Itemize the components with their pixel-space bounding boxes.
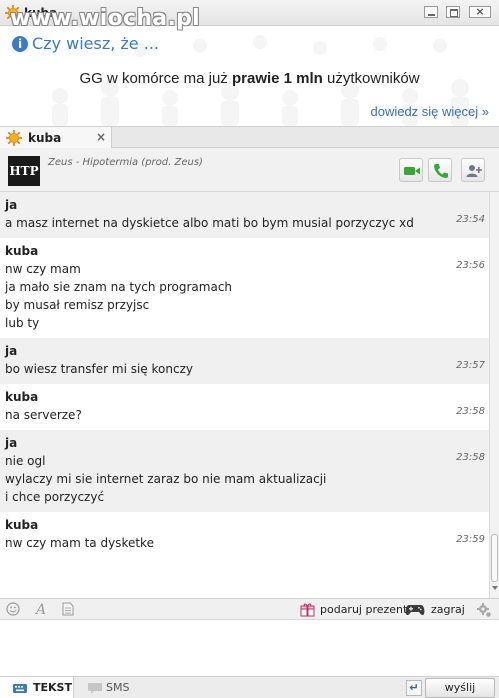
message-text: ja mało sie znam na tych programach xyxy=(5,280,233,294)
emoticon-icon[interactable] xyxy=(5,602,21,618)
message-text: lub ty xyxy=(5,316,40,330)
sms-bubble-icon xyxy=(88,683,102,694)
maximize-button[interactable] xyxy=(446,6,460,18)
message-text: i chce porzyczyć xyxy=(5,490,105,504)
sms-mode-label: SMS xyxy=(106,681,130,694)
bottom-bar: TEKST SMS ↵ wyślij xyxy=(0,676,499,698)
message-history[interactable]: ja a masz internet na dyskietce albo mati… xyxy=(0,192,489,598)
send-button[interactable]: wyślij xyxy=(425,678,495,698)
info-icon: i xyxy=(12,36,28,52)
enter-icon[interactable]: ↵ xyxy=(406,680,422,696)
text-mode-label: TEKST xyxy=(33,681,72,694)
gift-label: podaruj prezent xyxy=(320,603,408,616)
message-text: wylaczy mi sie internet zaraz bo nie mam… xyxy=(5,472,327,486)
learn-more-link[interactable]: dowiedz się więcej » xyxy=(370,104,489,119)
message-timestamp: 23:57 xyxy=(456,360,485,371)
headline-part: GG w komórce ma już xyxy=(79,70,232,87)
conversation-tabbar: kuba × xyxy=(0,126,499,149)
close-window-button[interactable]: × xyxy=(469,6,491,18)
video-call-icon xyxy=(404,167,420,175)
file-icon[interactable] xyxy=(60,602,76,618)
tab-label: kuba xyxy=(28,131,62,145)
headline-part: użytkowników xyxy=(322,70,420,87)
message-timestamp: 23:58 xyxy=(456,406,485,417)
font-icon[interactable]: A xyxy=(33,602,49,618)
message-timestamp: 23:56 xyxy=(456,260,485,271)
headline-bold: prawie 1 mln xyxy=(231,70,323,87)
message-sender: kuba xyxy=(5,244,39,258)
message-timestamp: 23:59 xyxy=(456,534,485,545)
message-timestamp: 23:54 xyxy=(456,214,485,225)
voice-call-button[interactable] xyxy=(428,158,452,182)
banner-tip-text: Czy wiesz, że ... xyxy=(32,34,159,53)
add-contact-icon xyxy=(466,165,482,177)
contact-status: Zeus - Hipotermia (prod. Zeus) xyxy=(48,157,203,168)
text-mode-tab[interactable]: TEKST xyxy=(0,677,74,698)
scroll-down-icon[interactable] xyxy=(492,586,498,590)
message-sender: ja xyxy=(5,198,18,212)
message-block: kuba na serverze? 23:58 xyxy=(0,384,489,430)
video-call-button[interactable] xyxy=(399,158,423,182)
add-contact-button[interactable] xyxy=(461,158,485,182)
message-block: ja bo wiesz transfer mi się konczy 23:57 xyxy=(0,338,489,384)
banner-tip: i Czy wiesz, że ... xyxy=(12,34,159,53)
message-text: na serverze? xyxy=(5,408,82,422)
message-text: a masz internet na dyskietce albo mati b… xyxy=(5,216,414,230)
message-text: bo wiesz transfer mi się konczy xyxy=(5,362,193,376)
message-block: kuba nw czy mam ta dysketke 23:59 xyxy=(0,512,489,558)
message-scrollbar[interactable] xyxy=(489,192,499,598)
sms-mode-tab[interactable]: SMS xyxy=(82,677,142,698)
contact-header: HTP Zeus - Hipotermia (prod. Zeus) xyxy=(0,148,499,192)
message-text: by musał remisz przyjsc xyxy=(5,298,150,312)
banner-headline: GG w komórce ma już prawie 1 mln użytkow… xyxy=(0,70,499,87)
play-label: zagraj xyxy=(431,603,465,616)
gamepad-icon xyxy=(405,605,425,616)
message-sender: ja xyxy=(5,436,18,450)
avatar[interactable]: HTP xyxy=(8,156,40,186)
message-text: nw czy mam xyxy=(5,262,81,276)
settings-icon[interactable] xyxy=(476,602,492,618)
promo-banner[interactable]: i Czy wiesz, że ... GG w komórce ma już p… xyxy=(0,26,499,126)
keyboard-icon xyxy=(13,684,27,693)
message-sender: kuba xyxy=(5,518,39,532)
sun-icon xyxy=(6,130,22,146)
message-block: ja a masz internet na dyskietce albo mati… xyxy=(0,192,489,238)
message-sender: kuba xyxy=(5,390,39,404)
message-input[interactable] xyxy=(0,620,499,676)
minimize-button[interactable] xyxy=(424,6,438,18)
compose-toolbar: A podaruj prezent zagraj xyxy=(0,598,499,620)
message-text: nw czy mam ta dysketke xyxy=(5,536,154,550)
watermark: www.wiocha.pl xyxy=(10,6,200,31)
close-tab-icon[interactable]: × xyxy=(96,130,106,144)
phone-icon xyxy=(434,164,448,178)
scrollbar-thumb[interactable] xyxy=(491,534,498,582)
message-block: kuba nw czy mam ja mało sie znam na tych p… xyxy=(0,238,489,338)
message-text: nie ogl xyxy=(5,454,46,468)
message-sender: ja xyxy=(5,344,18,358)
message-timestamp: 23:58 xyxy=(456,452,485,463)
gift-icon xyxy=(300,603,315,617)
tab-kuba[interactable]: kuba × xyxy=(0,127,112,149)
message-block: ja nie ogl wylaczy mi sie internet zaraz b… xyxy=(0,430,489,512)
